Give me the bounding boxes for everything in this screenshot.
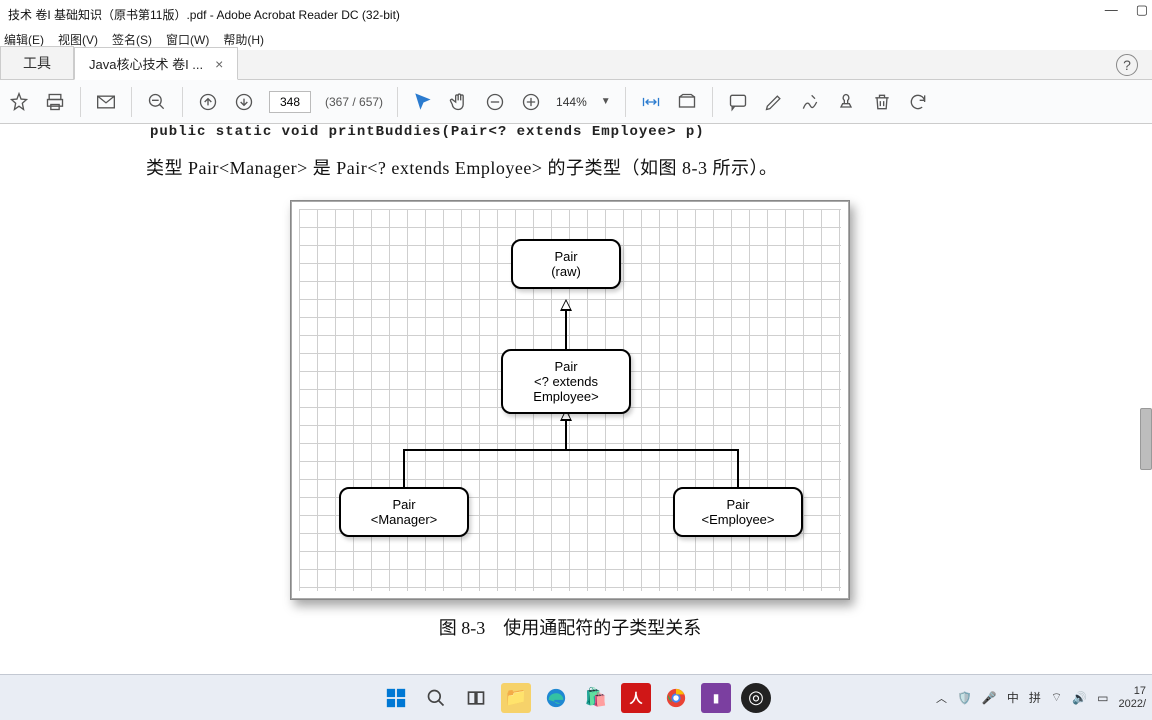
- maximize-button[interactable]: ▢: [1136, 2, 1148, 18]
- connector-line: [403, 449, 739, 451]
- scrollbar-thumb[interactable]: [1140, 408, 1152, 470]
- uml-box-pair-raw: Pair (raw): [511, 239, 621, 289]
- page-number-input[interactable]: [269, 91, 311, 113]
- system-tray: ︿ 🛡️ 🎤 中 拼 ⌔ 🔊 ▭ 17 2022/: [936, 685, 1146, 710]
- delete-icon[interactable]: [871, 91, 893, 113]
- mic-icon[interactable]: 🎤: [982, 691, 997, 705]
- uml-box-pair-employee: Pair <Employee>: [673, 487, 803, 537]
- zoom-level: 144%: [556, 95, 587, 109]
- volume-icon[interactable]: 🔊: [1072, 691, 1087, 705]
- figure-diagram: Pair (raw) Pair <? extends Employee> Pai…: [290, 200, 850, 600]
- stamp-icon[interactable]: [835, 91, 857, 113]
- code-fragment: public static void printBuddies(Pair<? e…: [150, 124, 1140, 140]
- zoom-out-icon[interactable]: [484, 91, 506, 113]
- menu-help[interactable]: 帮助(H): [223, 31, 264, 48]
- battery-icon[interactable]: ▭: [1097, 691, 1108, 705]
- start-button[interactable]: [381, 683, 411, 713]
- app-purple-icon[interactable]: ▮: [701, 683, 731, 713]
- select-arrow-icon[interactable]: [412, 91, 434, 113]
- connector-line: [737, 449, 739, 487]
- store-icon[interactable]: 🛍️: [581, 683, 611, 713]
- obs-icon[interactable]: ◎: [741, 683, 771, 713]
- window-title-bar: 技术 卷I 基础知识（原书第11版）.pdf - Adobe Acrobat R…: [0, 0, 1152, 28]
- star-icon[interactable]: [8, 91, 30, 113]
- menu-window[interactable]: 窗口(W): [166, 31, 209, 48]
- sign-pen-icon[interactable]: [799, 91, 821, 113]
- connector-line: [403, 449, 405, 487]
- ime-mode[interactable]: 拼: [1029, 689, 1041, 706]
- clock[interactable]: 17 2022/: [1118, 685, 1146, 710]
- document-viewport[interactable]: public static void printBuddies(Pair<? e…: [0, 124, 1140, 674]
- ime-lang[interactable]: 中: [1007, 689, 1019, 706]
- rotate-icon[interactable]: [907, 91, 929, 113]
- body-sentence: 类型 Pair<Manager> 是 Pair<? extends Employ…: [146, 154, 1140, 180]
- taskbar-apps: 📁 🛍️ 人 ▮ ◎: [381, 683, 771, 713]
- page-count: (367 / 657): [325, 95, 383, 109]
- menu-edit[interactable]: 编辑(E): [4, 31, 44, 48]
- page-up-icon[interactable]: [197, 91, 219, 113]
- wifi-icon[interactable]: ⌔: [1051, 690, 1062, 705]
- windows-taskbar: 📁 🛍️ 人 ▮ ◎ ︿ 🛡️ 🎤 中 拼 ⌔ 🔊 ▭ 17 2022/: [0, 674, 1152, 720]
- tab-document[interactable]: Java核心技术 卷I ... ×: [74, 47, 238, 80]
- menu-sign[interactable]: 签名(S): [112, 31, 152, 48]
- acrobat-icon[interactable]: 人: [621, 683, 651, 713]
- tab-close-button[interactable]: ×: [215, 56, 223, 72]
- toolbar: (367 / 657) 144% ▼: [0, 80, 1152, 124]
- tab-tools[interactable]: 工具: [0, 46, 74, 79]
- chrome-icon[interactable]: [661, 683, 691, 713]
- window-title: 技术 卷I 基础知识（原书第11版）.pdf - Adobe Acrobat R…: [8, 6, 400, 23]
- help-icon[interactable]: ?: [1116, 54, 1138, 76]
- zoom-out-alt-icon[interactable]: [146, 91, 168, 113]
- tab-bar: 工具 Java核心技术 卷I ... × ?: [0, 50, 1152, 80]
- page-down-icon[interactable]: [233, 91, 255, 113]
- print-icon[interactable]: [44, 91, 66, 113]
- search-icon[interactable]: [421, 683, 451, 713]
- uml-box-pair-extends: Pair <? extends Employee>: [501, 349, 631, 414]
- mail-icon[interactable]: [95, 91, 117, 113]
- minimize-button[interactable]: —: [1105, 2, 1118, 18]
- edge-icon[interactable]: [541, 683, 571, 713]
- menu-view[interactable]: 视图(V): [58, 31, 98, 48]
- comment-icon[interactable]: [727, 91, 749, 113]
- window-controls: — ▢: [1105, 2, 1148, 18]
- zoom-in-icon[interactable]: [520, 91, 542, 113]
- tab-document-label: Java核心技术 卷I ...: [89, 54, 203, 73]
- shield-icon[interactable]: 🛡️: [957, 691, 972, 705]
- tray-overflow-icon[interactable]: ︿: [936, 690, 947, 706]
- figure-caption: 图 8-3 使用通配符的子类型关系: [0, 614, 1140, 640]
- highlight-pen-icon[interactable]: [763, 91, 785, 113]
- file-explorer-icon[interactable]: 📁: [501, 683, 531, 713]
- read-mode-icon[interactable]: [676, 91, 698, 113]
- hand-pan-icon[interactable]: [448, 91, 470, 113]
- fit-width-icon[interactable]: [640, 91, 662, 113]
- zoom-dropdown-icon[interactable]: ▼: [601, 96, 611, 107]
- arrow-head-icon: [560, 299, 572, 311]
- task-view-icon[interactable]: [461, 683, 491, 713]
- uml-box-pair-manager: Pair <Manager>: [339, 487, 469, 537]
